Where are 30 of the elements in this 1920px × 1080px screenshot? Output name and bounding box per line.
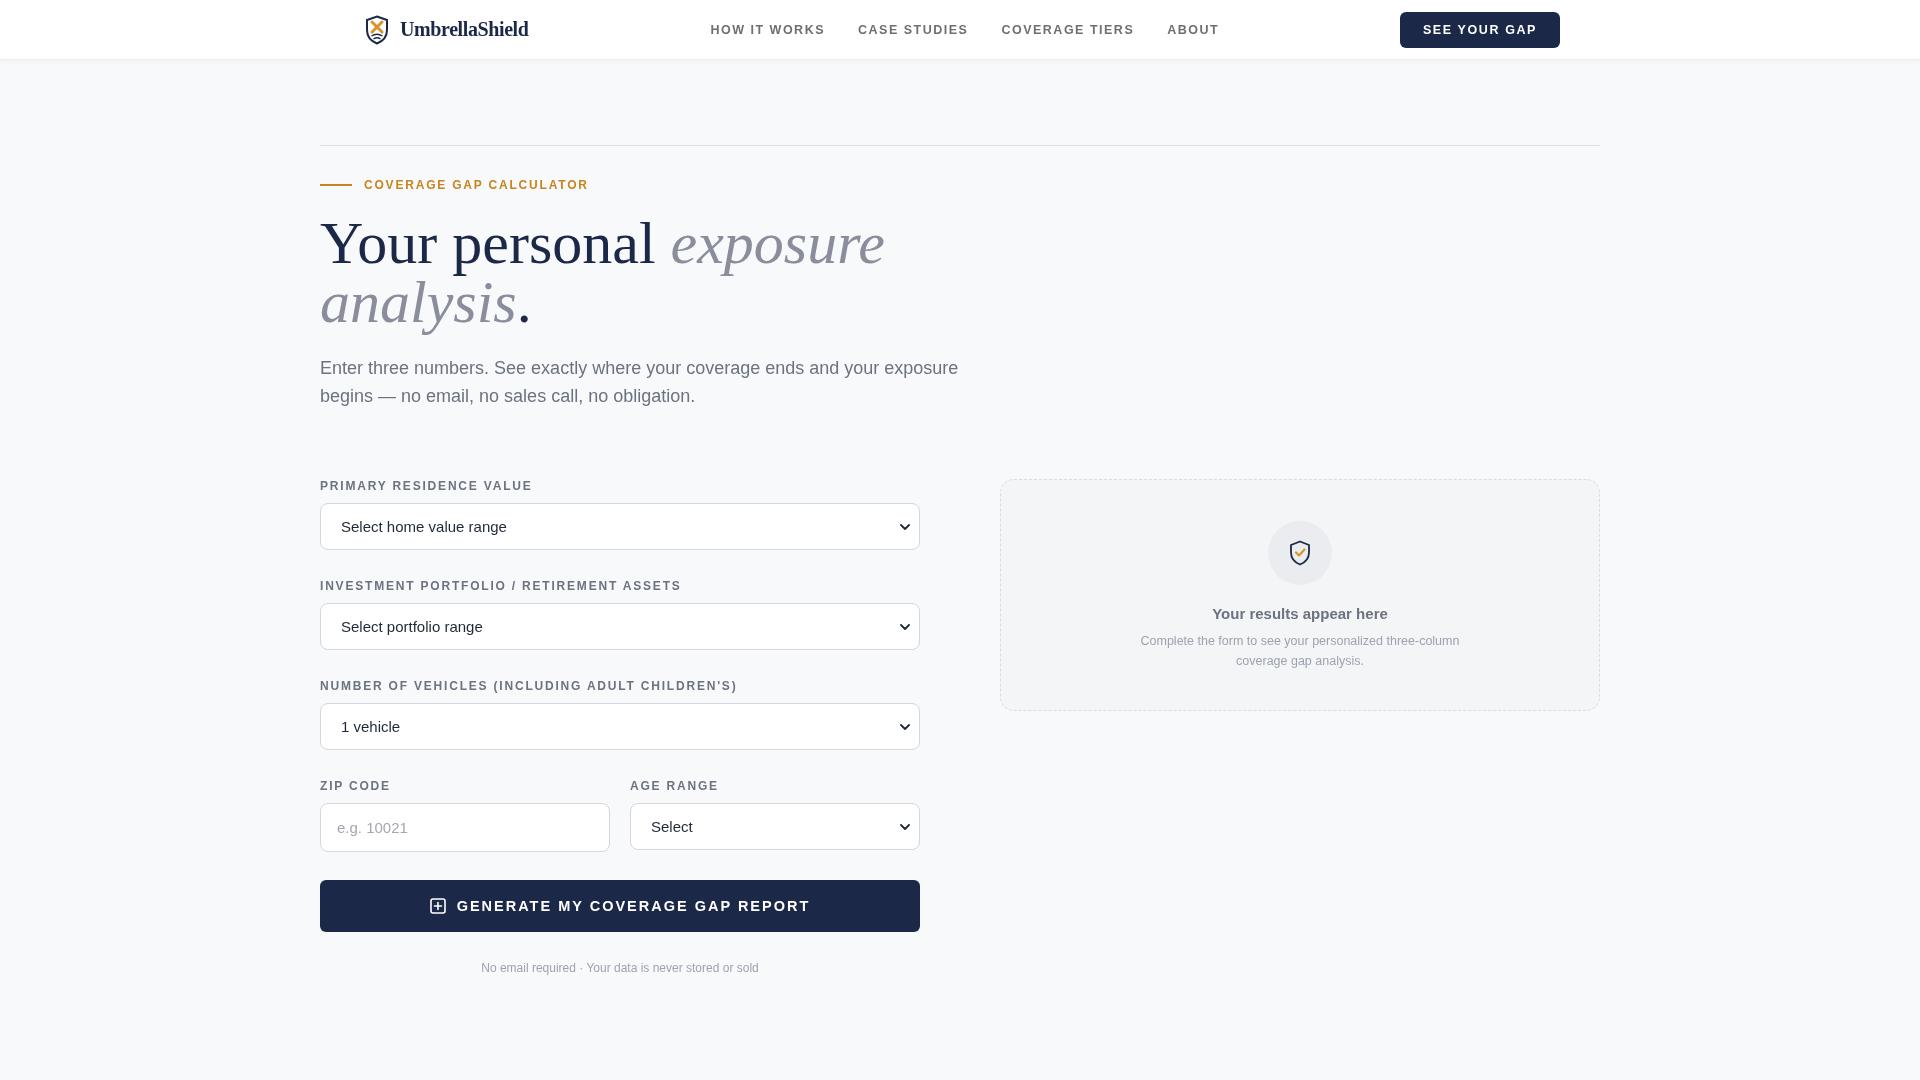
shield-logo-icon [365, 14, 389, 45]
nav-link[interactable]: ABOUT [1167, 22, 1220, 37]
results-title: Your results appear here [1212, 604, 1388, 624]
field-label: INVESTMENT PORTFOLIO / RETIREMENT ASSETS [320, 579, 683, 594]
results-description: Complete the form to see your personalized three-column coverage gap analysis. [1139, 633, 1461, 670]
dropdown-field[interactable]: Select portfolio range [320, 603, 920, 650]
dropdown-field[interactable]: Select [630, 803, 920, 850]
nav-link[interactable]: HOW IT WORKS [710, 22, 825, 37]
dropdown-field[interactable]: 1 vehicle [320, 703, 920, 750]
section-eyebrow: COVERAGE GAP CALCULATOR [364, 178, 589, 192]
chevron-icon [900, 523, 910, 530]
field-label: PRIMARY RESIDENCE VALUE [320, 479, 534, 494]
generate-report-button[interactable]: GENERATE MY COVERAGE GAP REPORT [320, 880, 920, 932]
page-subtitle: Enter three numbers. See exactly where your coverage ends and your exposure begins — no email, no sales call, no obligation. [320, 357, 960, 408]
field-label: NUMBER OF VEHICLES (INCLUDING ADULT CHILDREN'S) [320, 679, 739, 694]
brand-name[interactable]: UmbrellaShield [400, 18, 529, 41]
nav-link[interactable]: CASE STUDIES [858, 22, 969, 37]
shield-check-icon [1268, 521, 1332, 585]
accent-line [320, 184, 352, 186]
input-field[interactable]: e.g. 10021 [320, 803, 610, 852]
chevron-icon [900, 823, 910, 830]
chevron-icon [900, 723, 910, 730]
nav-link[interactable]: COVERAGE TIERS [1001, 22, 1135, 37]
field-label: ZIP CODE [320, 779, 392, 794]
dropdown-field[interactable]: Select home value range [320, 503, 920, 550]
field-label: AGE RANGE [630, 779, 720, 794]
see-gap-button[interactable]: SEE YOUR GAP [1400, 11, 1560, 48]
privacy-note: No email required · Your data is never stored or sold [480, 961, 760, 976]
plus-square-icon [429, 898, 446, 914]
chevron-icon [900, 623, 910, 630]
